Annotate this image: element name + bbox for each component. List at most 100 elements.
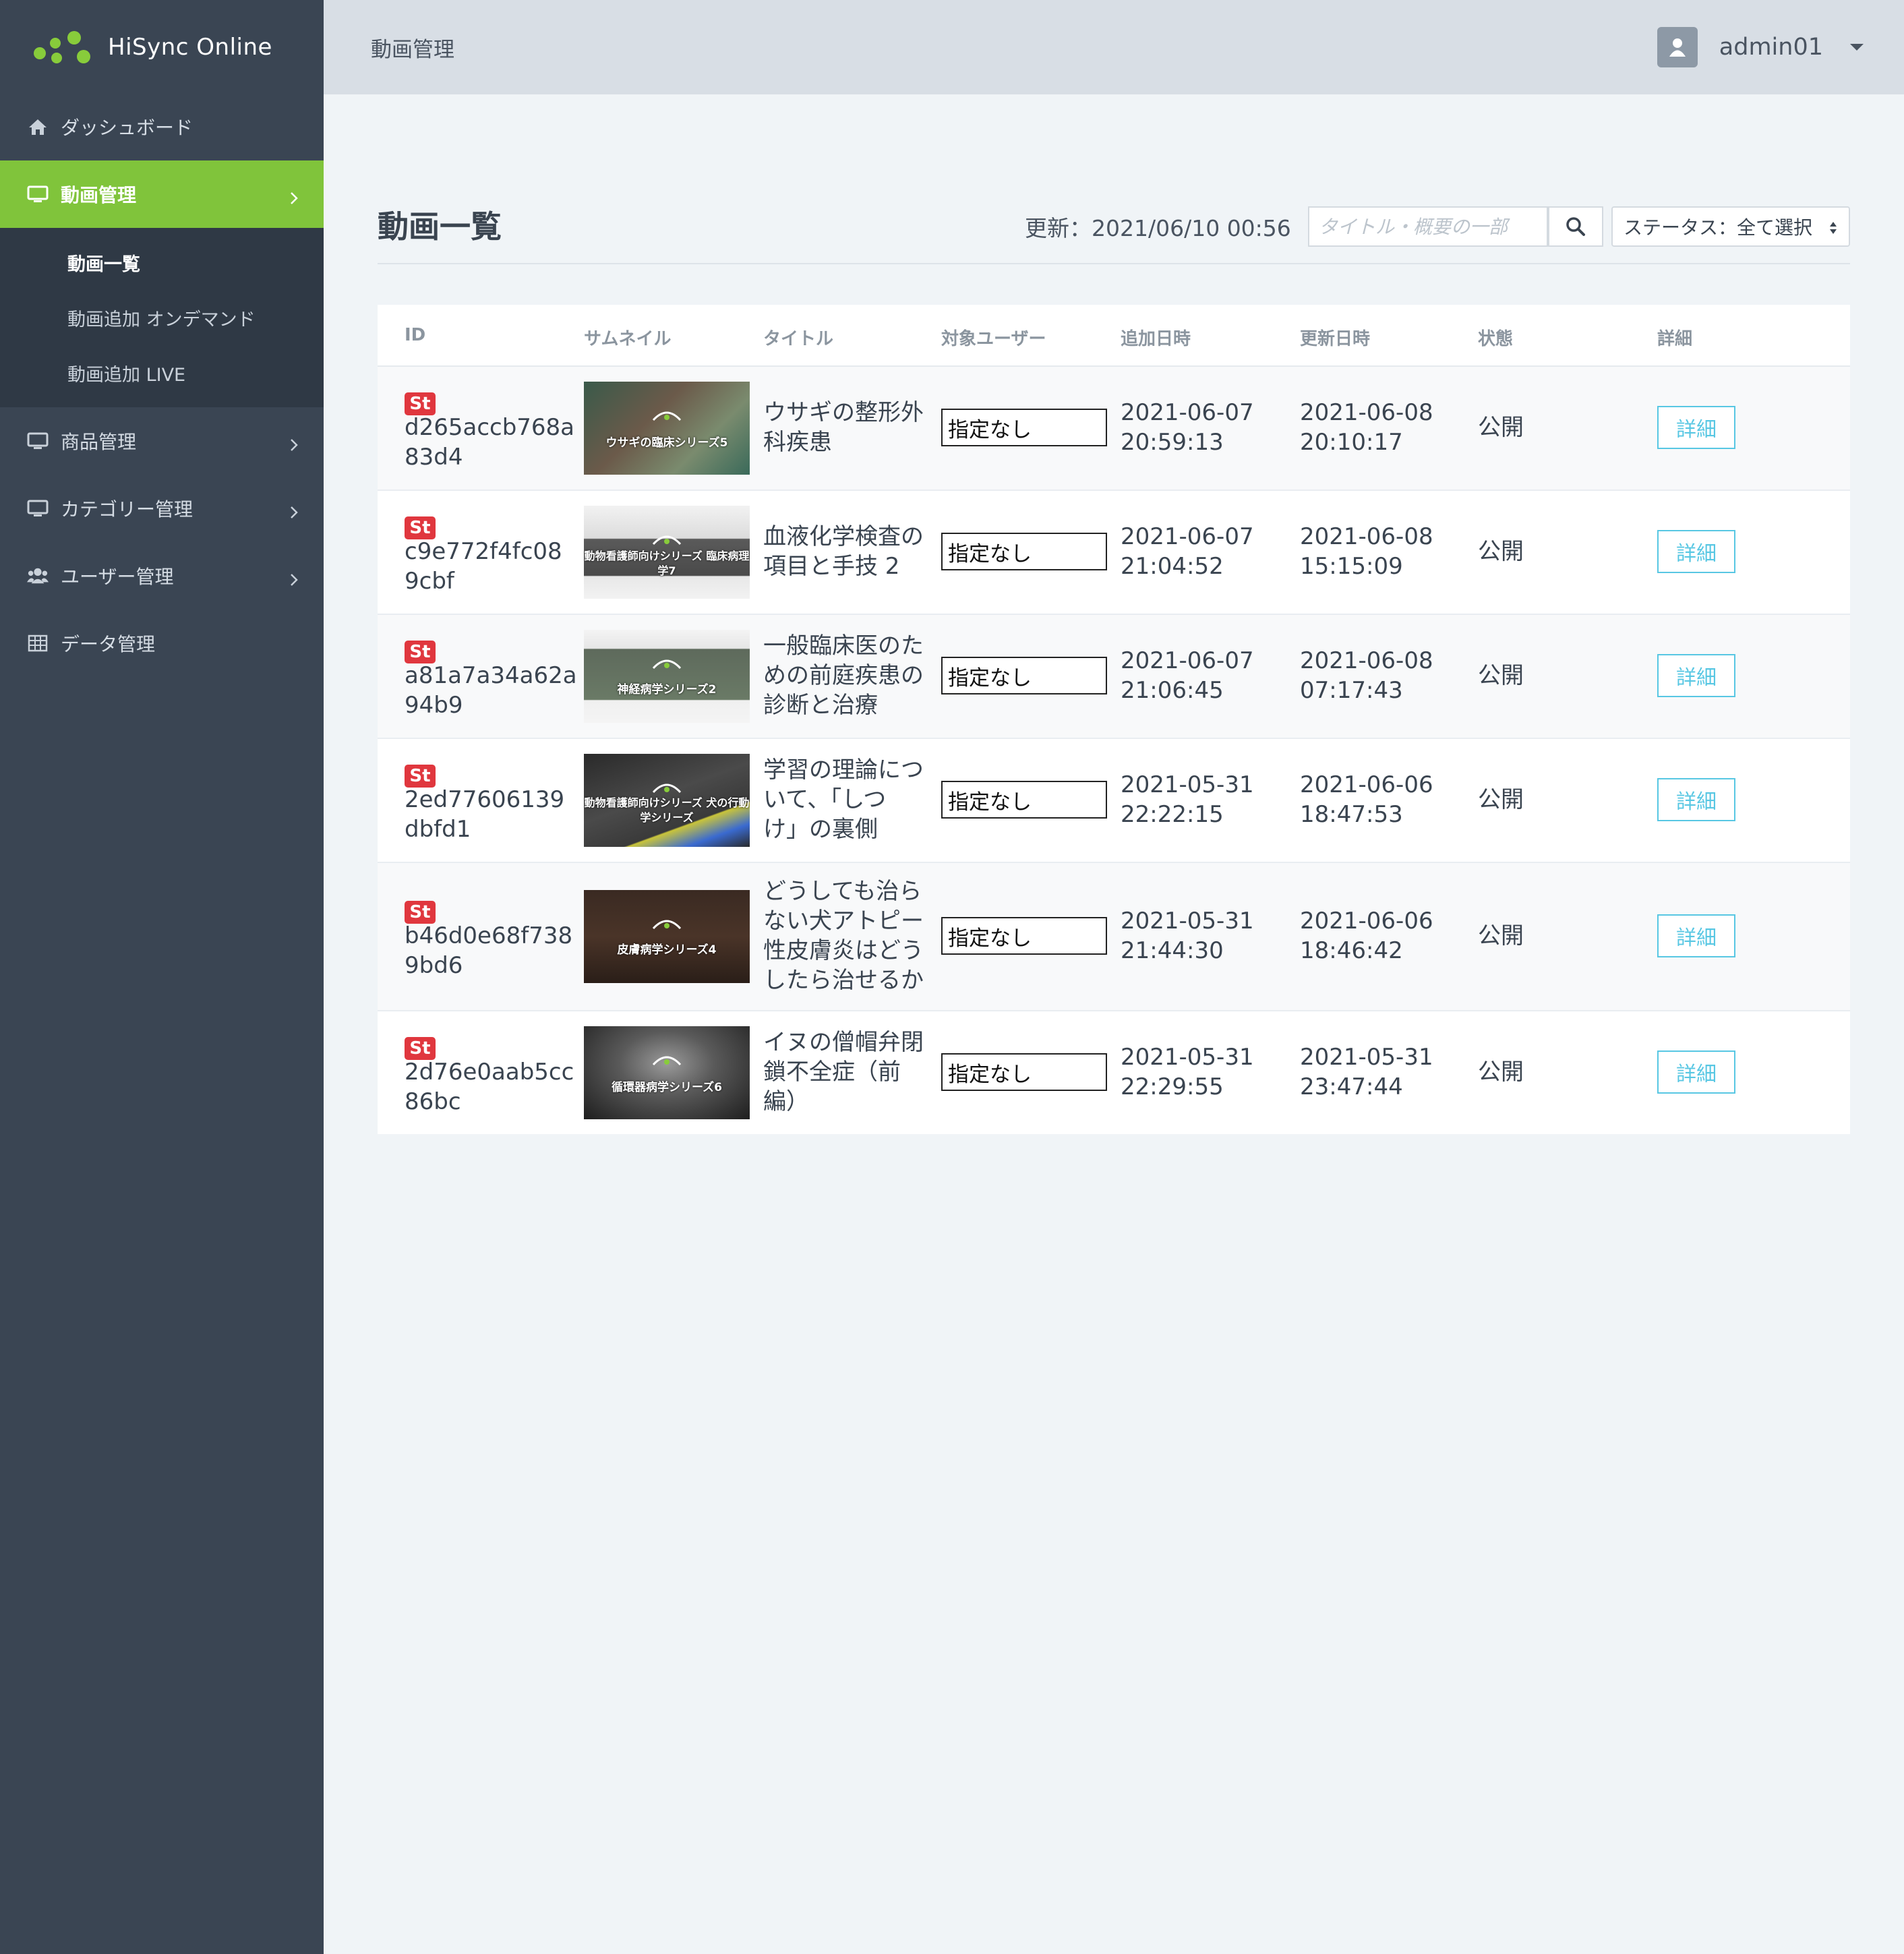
column-header-id: ID xyxy=(405,325,426,345)
video-thumbnail[interactable]: 神経病学シリーズ2 xyxy=(584,630,750,723)
sidebar-item-label: ユーザー管理 xyxy=(61,566,174,588)
column-header-target-user: 対象ユーザー xyxy=(941,329,1046,349)
video-id: d265accb768a 83d4 xyxy=(405,414,575,471)
sidebar-subitem-add-live[interactable]: 動画追加 LIVE xyxy=(0,345,324,401)
target-user-select[interactable]: 指定なし xyxy=(941,1053,1107,1091)
sidebar-item-label: 動画管理 xyxy=(61,184,137,206)
chevron-right-icon xyxy=(287,434,301,451)
thumbnail-label: 神経病学シリーズ2 xyxy=(617,683,717,697)
brand-logo-icon xyxy=(30,27,97,67)
search-input[interactable] xyxy=(1308,206,1548,247)
video-title[interactable]: どうしても治ら ない犬アトピー 性皮膚炎はどう したら治せるか xyxy=(763,877,924,995)
monitor-icon xyxy=(27,183,49,205)
chevron-right-icon xyxy=(287,502,301,519)
username: admin01 xyxy=(1719,34,1823,61)
brand[interactable]: HiSync Online xyxy=(30,27,272,67)
search-button[interactable] xyxy=(1548,206,1603,247)
video-thumbnail[interactable]: 皮膚病学シリーズ4 xyxy=(584,890,750,983)
sidebar-subitem-add-on-demand[interactable]: 動画追加 オンデマンド xyxy=(0,290,324,345)
target-user-select[interactable]: 指定なし xyxy=(941,409,1107,446)
breadcrumb: 動画管理 xyxy=(371,37,454,62)
sidebar-item-user-management[interactable]: ユーザー管理 xyxy=(0,542,324,610)
divider xyxy=(378,263,1850,264)
sidebar-item-dashboard[interactable]: ダッシュボード xyxy=(0,93,324,160)
publish-status: 公開 xyxy=(1478,414,1524,441)
updated-datetime: 2021-06-08 20:10:17 xyxy=(1300,399,1433,456)
video-id: c9e772f4fc08 9cbf xyxy=(405,538,562,595)
sidebar-item-category-management[interactable]: カテゴリー管理 xyxy=(0,475,324,542)
search-icon xyxy=(1566,217,1585,236)
logo-mark-icon xyxy=(652,659,682,669)
sidebar-item-product-management[interactable]: 商品管理 xyxy=(0,407,324,475)
status-filter-select[interactable]: ステータス：全て選択 xyxy=(1611,206,1850,247)
added-datetime: 2021-06-07 20:59:13 xyxy=(1121,399,1254,456)
video-id: a81a7a34a62a 94b9 xyxy=(405,662,577,719)
added-datetime: 2021-05-31 22:29:55 xyxy=(1121,1044,1254,1100)
updated-datetime: 2021-06-06 18:46:42 xyxy=(1300,908,1433,964)
detail-button[interactable]: 詳細 xyxy=(1657,530,1735,573)
user-icon xyxy=(1669,38,1686,57)
user-menu[interactable]: admin01 xyxy=(1657,27,1864,67)
added-datetime: 2021-06-07 21:06:45 xyxy=(1121,647,1254,704)
thumbnail-label: ウサギの臨床シリーズ5 xyxy=(605,436,728,450)
sidebar-nav: ダッシュボード 動画管理 動画一覧 動画追加 オンデマンド 動画追加 LIVE … xyxy=(0,93,324,677)
target-user-select[interactable]: 指定なし xyxy=(941,917,1107,955)
video-title[interactable]: 血液化学検査の 項目と手技 2 xyxy=(763,522,924,581)
target-user-select[interactable]: 指定なし xyxy=(941,781,1107,819)
detail-button[interactable]: 詳細 xyxy=(1657,778,1735,821)
target-user-select[interactable]: 指定なし xyxy=(941,533,1107,570)
detail-button[interactable]: 詳細 xyxy=(1657,1050,1735,1094)
video-title[interactable]: ウサギの整形外 科疾患 xyxy=(763,398,924,457)
logo-mark-icon xyxy=(652,783,682,793)
column-header-detail: 詳細 xyxy=(1657,329,1693,349)
status-badge: St xyxy=(405,1037,436,1060)
video-thumbnail[interactable]: ウサギの臨床シリーズ5 xyxy=(584,382,750,475)
sidebar-subitem-video-list[interactable]: 動画一覧 xyxy=(0,235,324,290)
video-thumbnail[interactable]: 動物看護師向けシリーズ 犬の行動学シリーズ xyxy=(584,754,750,847)
detail-button[interactable]: 詳細 xyxy=(1657,406,1735,449)
sidebar: HiSync Online ダッシュボード 動画管理 動画一覧 動画追加 オンデ… xyxy=(0,0,324,1954)
updated-datetime: 2021-06-06 18:47:53 xyxy=(1300,771,1433,828)
table-row: St 2d76e0aab5cc 86bc 循環器病学シリーズ6 イヌの僧帽弁閉 鎖不… xyxy=(378,1011,1850,1134)
chevron-right-icon xyxy=(287,187,301,204)
video-thumbnail[interactable]: 循環器病学シリーズ6 xyxy=(584,1026,750,1119)
video-title[interactable]: 学習の理論につ いて、「しつ け」の裏側 xyxy=(763,755,924,844)
publish-status: 公開 xyxy=(1478,538,1524,565)
chevron-right-icon xyxy=(287,569,301,586)
avatar xyxy=(1657,27,1698,67)
status-badge: St xyxy=(405,392,436,415)
monitor-icon xyxy=(27,430,49,452)
video-title[interactable]: 一般臨床医のた めの前庭疾患の 診断と治療 xyxy=(763,631,924,720)
home-icon xyxy=(27,116,49,138)
updated-datetime: 2021-05-31 23:47:44 xyxy=(1300,1044,1433,1100)
logo-mark-icon xyxy=(652,920,682,929)
table-row: St b46d0e68f738 9bd6 皮膚病学シリーズ4 どうしても治ら ない犬… xyxy=(378,863,1850,1011)
video-thumbnail[interactable]: 動物看護師向けシリーズ 臨床病理学7 xyxy=(584,506,750,599)
brand-name: HiSync Online xyxy=(108,34,272,61)
video-id: 2d76e0aab5cc 86bc xyxy=(405,1059,574,1115)
target-user-select[interactable]: 指定なし xyxy=(941,657,1107,694)
table-row: St d265accb768a 83d4 ウサギの臨床シリーズ5 ウサギの整形外科… xyxy=(378,367,1850,491)
table-icon xyxy=(27,632,49,654)
sidebar-item-label: 商品管理 xyxy=(61,431,137,453)
status-badge: St xyxy=(405,516,436,539)
sidebar-item-video-management[interactable]: 動画管理 xyxy=(0,160,324,228)
page-title: 動画一覧 xyxy=(378,208,502,245)
sidebar-item-data-management[interactable]: データ管理 xyxy=(0,610,324,677)
sidebar-item-label: カテゴリー管理 xyxy=(61,498,194,521)
thumbnail-label: 循環器病学シリーズ6 xyxy=(612,1081,722,1094)
detail-button[interactable]: 詳細 xyxy=(1657,654,1735,697)
logo-mark-icon xyxy=(652,1056,682,1065)
logo-mark-icon xyxy=(652,535,682,545)
video-id: b46d0e68f738 9bd6 xyxy=(405,922,573,979)
column-header-updated: 更新日時 xyxy=(1300,329,1371,349)
last-updated: 更新：2021/06/10 00:56 xyxy=(1025,215,1291,241)
updated-datetime: 2021-06-08 07:17:43 xyxy=(1300,647,1433,704)
column-header-added: 追加日時 xyxy=(1121,329,1191,349)
video-title[interactable]: イヌの僧帽弁閉 鎖不全症（前 編） xyxy=(763,1028,924,1117)
users-icon xyxy=(27,565,49,587)
table-row: St 2ed77606139 dbfd1 動物看護師向けシリーズ 犬の行動学シリー… xyxy=(378,739,1850,863)
sort-arrows-icon xyxy=(1830,222,1837,234)
detail-button[interactable]: 詳細 xyxy=(1657,914,1735,957)
sidebar-item-label: データ管理 xyxy=(61,633,156,655)
